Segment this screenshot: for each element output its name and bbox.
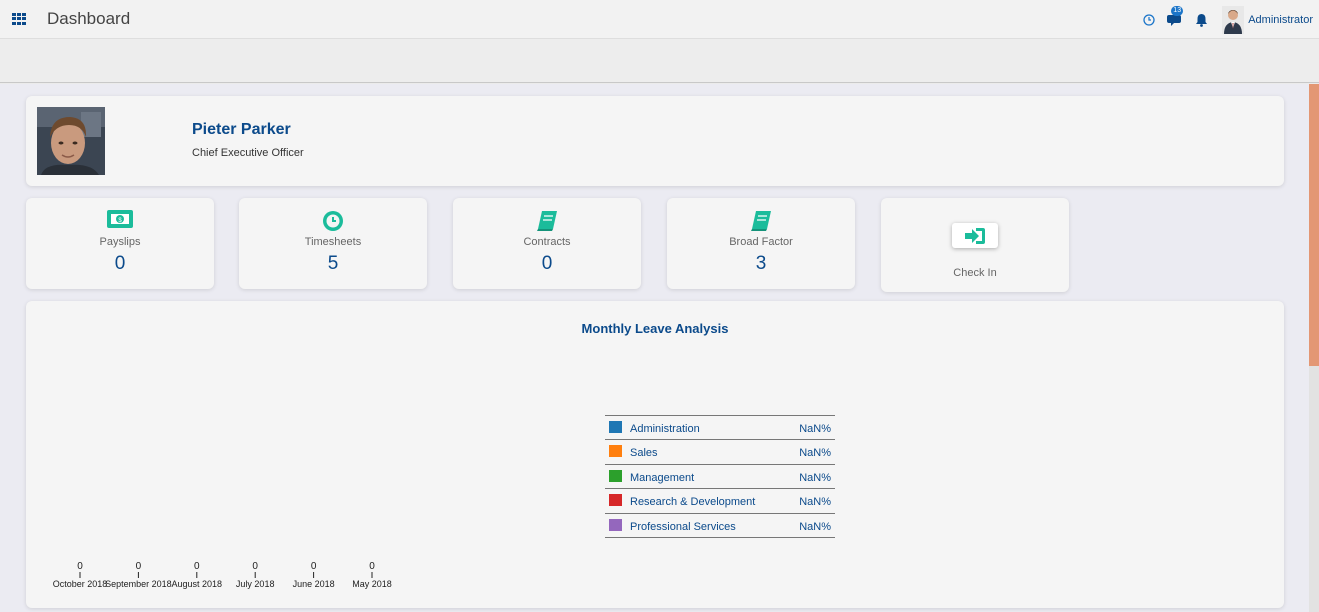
page-title: Dashboard bbox=[47, 9, 131, 28]
legend-item: Management NaN% bbox=[605, 465, 835, 490]
sub-header-bar bbox=[0, 39, 1319, 83]
messages-badge: 13 bbox=[1171, 5, 1184, 16]
payslips-label: Payslips bbox=[99, 236, 141, 248]
x-tick-label: October 2018 bbox=[53, 579, 108, 589]
contracts-card[interactable]: Contracts 0 bbox=[453, 198, 641, 289]
contracts-label: Contracts bbox=[523, 236, 571, 248]
bar-value-label: 0 bbox=[311, 561, 317, 572]
x-tick-label: June 2018 bbox=[293, 579, 335, 589]
profile-role: Chief Executive Officer bbox=[192, 147, 304, 159]
legend-label: Professional Services bbox=[630, 520, 736, 533]
sign-in-icon bbox=[965, 227, 985, 244]
x-tick-label: July 2018 bbox=[236, 579, 275, 589]
broad-factor-value: 3 bbox=[755, 253, 767, 274]
scrollbar-thumb[interactable] bbox=[1309, 84, 1319, 366]
vertical-scrollbar[interactable] bbox=[1309, 84, 1319, 612]
chart-title: Monthly Leave Analysis bbox=[581, 321, 729, 336]
check-in-button[interactable] bbox=[952, 223, 998, 248]
legend-label: Sales bbox=[630, 447, 658, 460]
chart-x-axis: 0 October 2018 0 September 2018 0 August 2018… bbox=[53, 561, 392, 589]
legend-value: NaN% bbox=[799, 447, 831, 460]
x-tick-label: September 2018 bbox=[105, 579, 172, 589]
bar-value-label: 0 bbox=[252, 561, 258, 572]
apps-grid-icon[interactable] bbox=[12, 13, 26, 25]
book-icon bbox=[453, 210, 641, 232]
profile-photo bbox=[37, 107, 105, 175]
broad-factor-card[interactable]: Broad Factor 3 bbox=[667, 198, 855, 289]
legend-value: NaN% bbox=[799, 496, 831, 509]
x-tick-label: May 2018 bbox=[352, 579, 392, 589]
user-name[interactable]: Administrator bbox=[1248, 14, 1313, 26]
book-icon bbox=[667, 210, 855, 232]
legend-item: Professional Services NaN% bbox=[605, 514, 835, 538]
bar-value-label: 0 bbox=[136, 561, 142, 572]
legend-swatch bbox=[609, 469, 622, 482]
top-right-toolbar: 13 Administrator bbox=[1134, 0, 1313, 39]
timesheets-label: Timesheets bbox=[304, 236, 362, 248]
payslips-value: 0 bbox=[114, 253, 126, 274]
top-bar: Dashboard 13 Administrator bbox=[0, 0, 1319, 39]
broad-factor-label: Broad Factor bbox=[729, 236, 793, 248]
bar-value-label: 0 bbox=[194, 561, 200, 572]
legend-label: Research & Development bbox=[630, 496, 756, 509]
bar-value-label: 0 bbox=[77, 561, 83, 572]
contracts-value: 0 bbox=[541, 253, 553, 274]
legend-item: Administration NaN% bbox=[605, 416, 835, 441]
check-in-label: Check In bbox=[953, 267, 997, 279]
legend-value: NaN% bbox=[799, 520, 831, 533]
legend-label: Administration bbox=[630, 423, 700, 435]
timesheets-card[interactable]: Timesheets 5 bbox=[239, 198, 427, 289]
leave-chart-card: Monthly Leave Analysis Administration Na… bbox=[26, 301, 1284, 608]
legend-value: NaN% bbox=[799, 471, 831, 484]
legend-value: NaN% bbox=[799, 423, 831, 435]
legend-item: Sales NaN% bbox=[605, 440, 835, 465]
payslips-card[interactable]: $ Payslips 0 bbox=[26, 198, 214, 289]
profile-card: Pieter Parker Chief Executive Officer bbox=[26, 96, 1284, 186]
legend-label: Management bbox=[630, 471, 695, 484]
chat-icon[interactable]: 13 bbox=[1164, 5, 1186, 31]
bar-value-label: 0 bbox=[369, 561, 375, 572]
clock-icon bbox=[239, 210, 427, 232]
clock-icon[interactable] bbox=[1138, 9, 1160, 31]
chart-legend: Administration NaN% Sales NaN% Managemen… bbox=[605, 415, 835, 538]
x-tick-label: August 2018 bbox=[172, 579, 223, 589]
timesheets-value: 5 bbox=[327, 253, 339, 274]
legend-swatch bbox=[609, 518, 622, 531]
legend-item: Research & Development NaN% bbox=[605, 489, 835, 514]
money-icon: $ bbox=[26, 210, 214, 232]
check-in-card: Check In bbox=[881, 198, 1069, 292]
legend-swatch bbox=[609, 421, 622, 433]
legend-swatch bbox=[609, 445, 622, 458]
profile-name: Pieter Parker bbox=[192, 121, 291, 138]
user-avatar[interactable] bbox=[1222, 5, 1245, 34]
legend-swatch bbox=[609, 494, 622, 507]
bell-icon[interactable] bbox=[1190, 9, 1212, 31]
